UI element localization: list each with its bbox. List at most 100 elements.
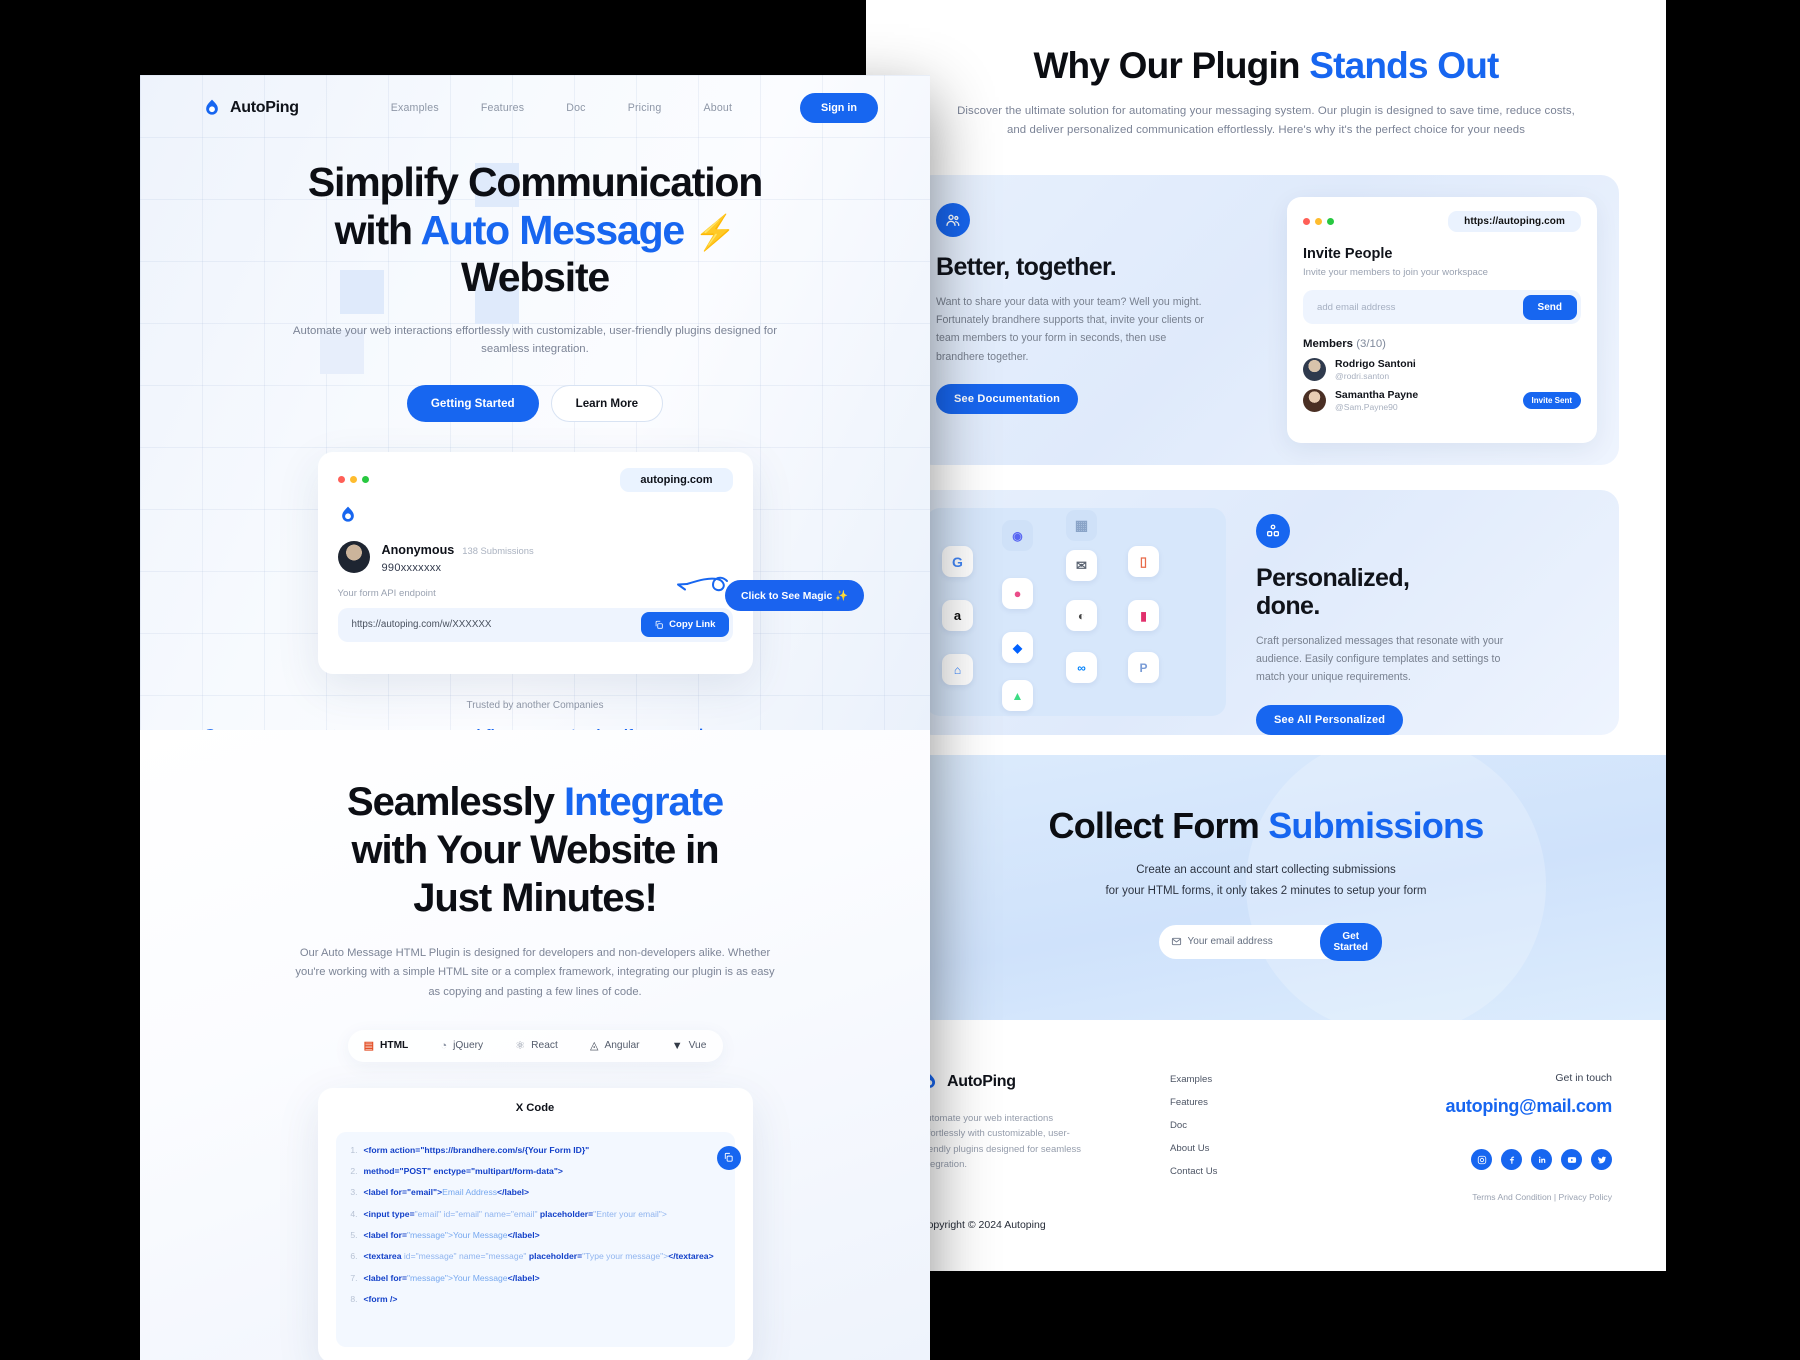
dropbox-icon: ◆ [1002, 632, 1033, 663]
left-page-panel: AutoPing Examples Features Doc Pricing A… [140, 75, 930, 1360]
feature-2-text-column: Personalized, done. Craft personalized m… [1234, 490, 1564, 735]
footer-link-examples[interactable]: Examples [1170, 1074, 1400, 1085]
invite-card-url: https://autoping.com [1448, 211, 1581, 232]
tab-vue[interactable]: ▼ Vue [672, 1040, 707, 1052]
feature-card-better-together: Better, together. Want to share your dat… [914, 175, 1619, 465]
footer-brand-name: AutoPing [947, 1072, 1016, 1090]
learn-more-button[interactable]: Learn More [550, 384, 664, 422]
linkedin-icon[interactable] [1531, 1149, 1552, 1170]
react-icon: ⚛ [515, 1040, 526, 1053]
cta-email-input[interactable] [1187, 936, 1320, 948]
meta-icon: ∞ [1066, 652, 1097, 683]
navbar-brand[interactable]: AutoPing [202, 98, 299, 118]
invite-email-input[interactable] [1317, 301, 1523, 313]
nav-link-pricing[interactable]: Pricing [628, 102, 662, 114]
nav-link-examples[interactable]: Examples [391, 102, 439, 114]
line-number: 7. [350, 1272, 358, 1283]
trusted-label: Trusted by another Companies [466, 699, 604, 711]
people-icon [936, 203, 970, 237]
google-icon: G [942, 546, 973, 577]
invite-sent-badge[interactable]: Invite Sent [1522, 392, 1581, 409]
tab-vue-label: Vue [688, 1040, 707, 1052]
line-number: 3. [350, 1187, 358, 1198]
invite-people-mock-card: https://autoping.com Invite People Invit… [1287, 197, 1597, 443]
copy-code-button[interactable] [716, 1145, 741, 1170]
footer-brand[interactable]: AutoPing [920, 1072, 1170, 1091]
close-dot [1303, 218, 1310, 225]
tab-angular-label: Angular [604, 1040, 640, 1052]
apple-icon: ⌂ [942, 654, 973, 685]
cta-email-form: Get Started [1158, 922, 1382, 961]
cta-subtitle-line-1: Create an account and start collecting s… [1136, 864, 1396, 876]
invite-subheading: Invite your members to join your workspa… [1303, 267, 1489, 278]
code-line: 5. <label for="message">Your Message</la… [344, 1229, 723, 1242]
invite-heading: Invite People [1303, 246, 1393, 262]
code-tag: <label for="email"> [363, 1187, 443, 1198]
facebook-icon[interactable] [1501, 1149, 1522, 1170]
footer-terms[interactable]: Terms And Condition | Privacy Policy [1446, 1192, 1612, 1202]
feature-card-personalized: G ◉ ▦ ✉ ▯ a ● ◐ ▮ ⌂ ◆ ∞ P ▲ Personalized… [914, 490, 1619, 735]
footer-link-features[interactable]: Features [1170, 1097, 1400, 1108]
nav-link-about[interactable]: About [703, 102, 732, 114]
footer-link-contact-us[interactable]: Contact Us [1170, 1166, 1400, 1177]
hero-title-accent: Auto Message [420, 206, 685, 253]
footer-link-about-us[interactable]: About Us [1170, 1143, 1400, 1154]
feature-1-text-column: Better, together. Want to share your dat… [914, 175, 1214, 465]
members-label-text: Members [1303, 338, 1354, 350]
code-string: "https://brandhere.com/s/{Your Form ID}" [420, 1144, 590, 1155]
send-invite-button[interactable]: Send [1522, 294, 1577, 320]
instagram-icon[interactable] [1471, 1149, 1492, 1170]
nav-link-features[interactable]: Features [481, 102, 524, 114]
click-to-see-magic-button[interactable]: Click to See Magic ✨ [725, 580, 865, 611]
footer-link-doc[interactable]: Doc [1170, 1120, 1400, 1131]
code-card-title: X Code [515, 1101, 555, 1114]
avatar [1303, 358, 1326, 381]
user-name-line: Anonymous 138 Submissions [382, 541, 534, 559]
dribbble-icon: ● [1002, 578, 1033, 609]
code-string: id="message" name="message" [403, 1251, 529, 1262]
see-documentation-button[interactable]: See Documentation [936, 383, 1079, 414]
code-line: 8. <form /> [344, 1293, 723, 1306]
line-number: 4. [350, 1208, 358, 1219]
code-string-2: "Type your message"> [582, 1251, 669, 1262]
tab-html[interactable]: ▤ HTML [364, 1039, 409, 1052]
footer-email[interactable]: autoping@mail.com [1446, 1096, 1613, 1117]
tab-jquery[interactable]: ◔ jQuery [440, 1040, 483, 1052]
social-links [1446, 1149, 1612, 1170]
footer-contact-column: Get in touch autoping@mail.com Terms And… [1446, 1072, 1613, 1202]
copy-link-label: Copy Link [669, 619, 716, 631]
jquery-icon: ◔ [440, 1039, 448, 1052]
hero-card-logo [338, 505, 733, 530]
collect-form-cta-section: Collect Form Submissions Create an accou… [866, 755, 1666, 1020]
code-attr: placeholder= [539, 1208, 594, 1219]
sign-in-button[interactable]: Sign in [800, 93, 878, 123]
submissions-count: 138 Submissions [462, 544, 534, 556]
maximize-dot [1327, 218, 1334, 225]
tab-react[interactable]: ⚛ React [515, 1039, 558, 1052]
youtube-icon[interactable] [1561, 1149, 1582, 1170]
integrate-title-line-3: Just Minutes! [413, 876, 658, 920]
nav-link-doc[interactable]: Doc [566, 102, 585, 114]
line-number: 1. [350, 1144, 358, 1155]
app-icon-grid: G ◉ ▦ ✉ ▯ a ● ◐ ▮ ⌂ ◆ ∞ P ▲ [926, 508, 1226, 716]
maximize-dot [361, 476, 369, 484]
code-line: 6. <textarea id="message" name="message"… [344, 1250, 723, 1263]
code-tag: <form action= [363, 1144, 421, 1155]
copy-link-button[interactable]: Copy Link [641, 612, 729, 638]
integrate-title-part-1: Seamlessly [347, 780, 564, 824]
getting-started-button[interactable]: Getting Started [406, 384, 539, 422]
integrate-section: Seamlessly Integrate with Your Website i… [140, 730, 930, 1360]
twitter-icon[interactable] [1591, 1149, 1612, 1170]
see-all-personalized-button[interactable]: See All Personalized [1256, 704, 1404, 735]
cta-title: Collect Form Submissions [866, 755, 1666, 847]
tab-angular[interactable]: ◬ Angular [590, 1039, 640, 1052]
hero-title-line-2: with Auto Message ⚡ [140, 207, 930, 255]
code-line: 4. <input type="email" id="email" name="… [344, 1208, 723, 1221]
get-started-button[interactable]: Get Started [1319, 922, 1382, 961]
endpoint-input[interactable] [351, 619, 642, 631]
line-number: 6. [350, 1251, 358, 1262]
code-tag: <form /> [363, 1293, 398, 1304]
get-in-touch-label: Get in touch [1555, 1072, 1612, 1084]
feature-1-heading: Better, together. [936, 253, 1117, 281]
member-handle: @rodri.santon [1335, 371, 1390, 381]
